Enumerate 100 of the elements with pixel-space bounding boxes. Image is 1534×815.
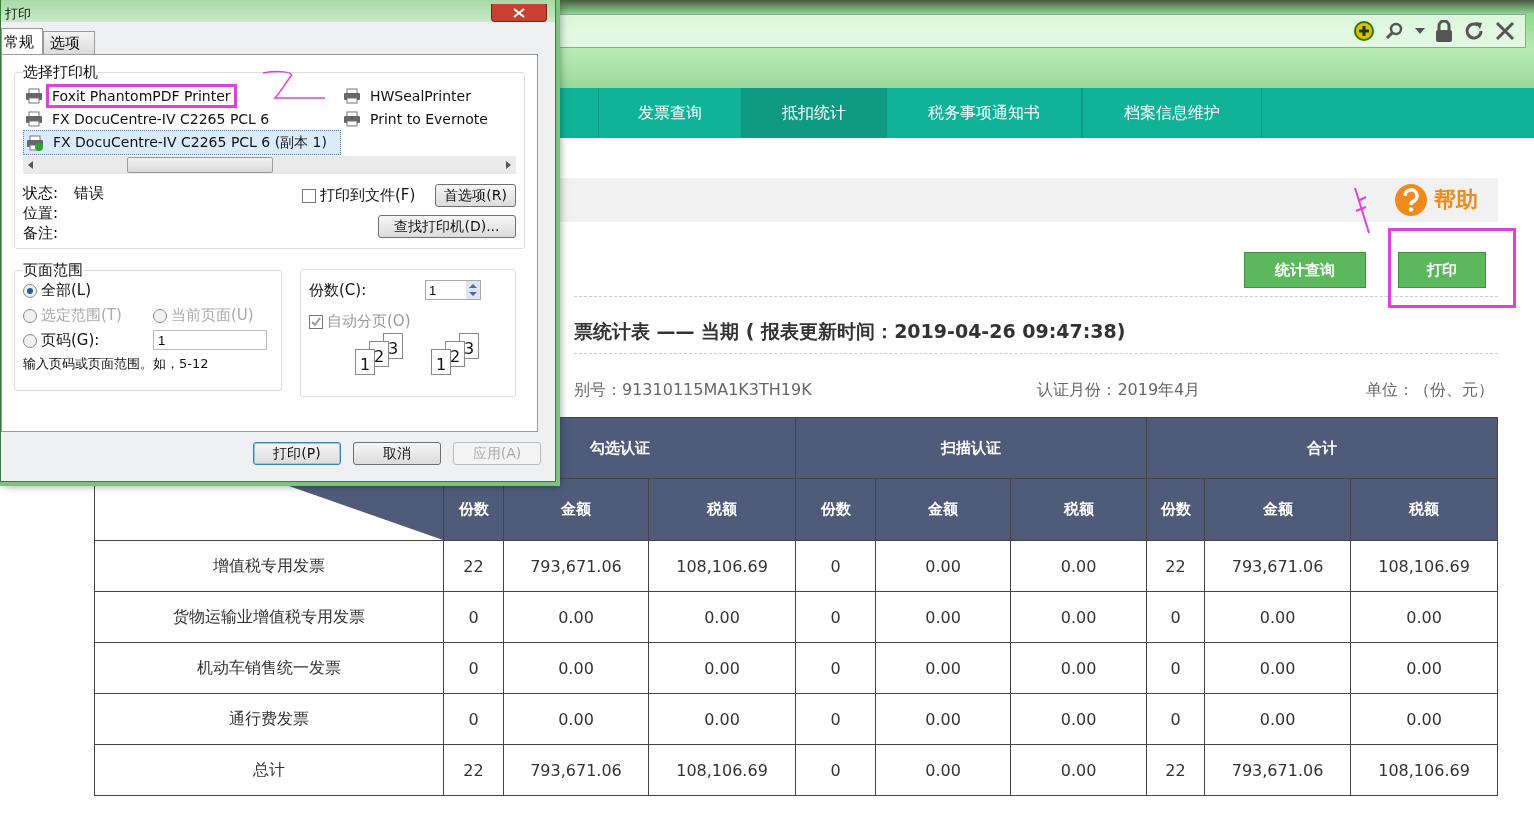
- find-printer-button[interactable]: 查找打印机(D)...: [378, 215, 516, 238]
- check-icon: [311, 316, 321, 327]
- table-cell: 0: [443, 591, 504, 643]
- table-cell: 0: [443, 693, 504, 745]
- table-cell: 0.00: [503, 591, 649, 643]
- printer-item[interactable]: Print to Evernote: [341, 107, 496, 130]
- table-cell: 0.00: [1010, 642, 1147, 694]
- table-cell: 0.00: [1010, 693, 1147, 745]
- refresh-icon[interactable]: [1463, 20, 1485, 42]
- dialog-title: 打印: [5, 6, 31, 22]
- column-header: 金额: [1204, 478, 1351, 541]
- table-cell: 0.00: [1204, 693, 1351, 745]
- printer-icon: [26, 134, 44, 151]
- table-cell: 108,106.69: [1350, 540, 1498, 592]
- dialog-tab[interactable]: 选项: [43, 31, 95, 54]
- radio-indicator[interactable]: [23, 333, 37, 348]
- table-cell: 22: [443, 540, 504, 592]
- unit-label: 单位：（份、元）: [1366, 380, 1494, 401]
- column-header: 税额: [648, 478, 796, 541]
- help-icon: [1394, 183, 1428, 217]
- table-cell: 0.00: [648, 591, 796, 643]
- preferences-button[interactable]: 首选项(R): [435, 184, 516, 207]
- printer-item[interactable]: FX DocuCentre-IV C2265 PCL 6 (副本 1): [23, 130, 341, 155]
- table-cell: 货物运输业增值税专用发票: [94, 591, 444, 643]
- page-number-field[interactable]: 1: [153, 330, 267, 350]
- table-cell: 0: [795, 693, 876, 745]
- table-cell: 0.00: [875, 642, 1011, 694]
- column-header: 税额: [1350, 478, 1498, 541]
- dialog-button[interactable]: 打印(P): [253, 442, 341, 465]
- scribble-mark: [1352, 186, 1372, 236]
- table-cell: 0: [795, 540, 876, 592]
- table-cell: 0: [795, 642, 876, 694]
- certification-month: 认证月份：2019年4月: [1037, 380, 1201, 401]
- table-cell: 0.00: [875, 591, 1011, 643]
- spinner-arrows-icon[interactable]: [466, 281, 480, 299]
- table-cell: 0.00: [648, 642, 796, 694]
- scroll-right-icon[interactable]: [504, 160, 512, 170]
- column-header: 金额: [503, 478, 649, 541]
- taxpayer-id: 别号：91310115MA1K3TH19K: [574, 380, 812, 401]
- table-cell: 0.00: [1204, 642, 1351, 694]
- table-cell: 0.00: [1010, 540, 1147, 592]
- printer-item[interactable]: FX DocuCentre-IV C2265 PCL 6: [23, 107, 341, 130]
- report-title: 票统计表 —— 当期 ( 报表更新时间：2019-04-26 09:47:38): [574, 297, 1498, 354]
- table-cell: 通行费发票: [94, 693, 444, 745]
- table-cell: 0.00: [503, 693, 649, 745]
- table-cell: 0.00: [1010, 744, 1147, 796]
- horizontal-scrollbar[interactable]: [23, 156, 516, 174]
- nav-tab[interactable]: 抵扣统计: [742, 88, 886, 138]
- printer-icon: [343, 110, 361, 127]
- column-header: 金额: [875, 478, 1011, 541]
- close-icon[interactable]: [1495, 21, 1515, 41]
- printer-item[interactable]: HWSealPrinter: [341, 84, 496, 107]
- search-icon[interactable]: [1385, 21, 1405, 41]
- dialog-tab[interactable]: 常规: [1, 28, 43, 54]
- print-to-file-checkbox[interactable]: 打印到文件(F): [302, 186, 416, 205]
- printer-icon: [343, 87, 361, 104]
- table-cell: 108,106.69: [1350, 744, 1498, 796]
- table-cell: 0.00: [875, 693, 1011, 745]
- printer-icon: [25, 87, 43, 104]
- group-label: 页面范围: [23, 261, 83, 280]
- table-cell: 0.00: [503, 642, 649, 694]
- radio-option[interactable]: 页码(G):: [23, 330, 153, 351]
- dropdown-arrow-icon[interactable]: [1415, 27, 1425, 35]
- table-cell: 0.00: [1350, 591, 1498, 643]
- printer-icon: [25, 110, 43, 127]
- plus-icon[interactable]: [1353, 20, 1375, 42]
- table-cell: 0.00: [1350, 642, 1498, 694]
- table-cell: 总计: [94, 744, 444, 796]
- table-cell: 22: [443, 744, 504, 796]
- table-cell: 机动车销售统一发票: [94, 642, 444, 694]
- column-header: 份数: [1146, 478, 1205, 541]
- status-label: 位置:: [23, 204, 59, 224]
- table-cell: 793,671.06: [503, 540, 649, 592]
- table-cell: 0: [1146, 591, 1205, 643]
- group-label: 选择打印机: [23, 63, 98, 82]
- scroll-left-icon[interactable]: [27, 160, 35, 170]
- column-header: 税额: [1010, 478, 1147, 541]
- close-icon: [513, 7, 525, 18]
- table-cell: 22: [1146, 540, 1205, 592]
- table-cell: 0: [1146, 642, 1205, 694]
- page-range-hint: 输入页码或页面范围。如，5-12: [23, 355, 210, 373]
- table-cell: 增值税专用发票: [94, 540, 444, 592]
- table-cell: 108,106.69: [648, 744, 796, 796]
- table-cell: 0.00: [875, 540, 1011, 592]
- column-header: 份数: [795, 478, 876, 541]
- printer-list[interactable]: Foxit PhantomPDF Printer FX DocuCentre-IV C2265 PCL 6 FX DocuCentre-IV C2265 PCL 6 (副本 1) HWSealPrinter Print to Evernote: [23, 84, 516, 156]
- table-cell: 0: [795, 591, 876, 643]
- copies-spinner[interactable]: 1: [425, 280, 481, 300]
- close-button[interactable]: [491, 4, 547, 22]
- radio-option[interactable]: 全部(L): [23, 280, 273, 301]
- table-cell: 0.00: [648, 693, 796, 745]
- status-label: 状态:: [23, 184, 59, 204]
- table-cell: 0.00: [1350, 693, 1498, 745]
- table-cell: 0.00: [1010, 591, 1147, 643]
- table-cell: 0: [443, 642, 504, 694]
- table-cell: 0: [795, 744, 876, 796]
- table-cell: 22: [1146, 744, 1205, 796]
- radio-indicator[interactable]: [23, 283, 37, 298]
- dialog-button[interactable]: 取消: [353, 442, 441, 465]
- copies-label: 份数(C):: [309, 280, 367, 300]
